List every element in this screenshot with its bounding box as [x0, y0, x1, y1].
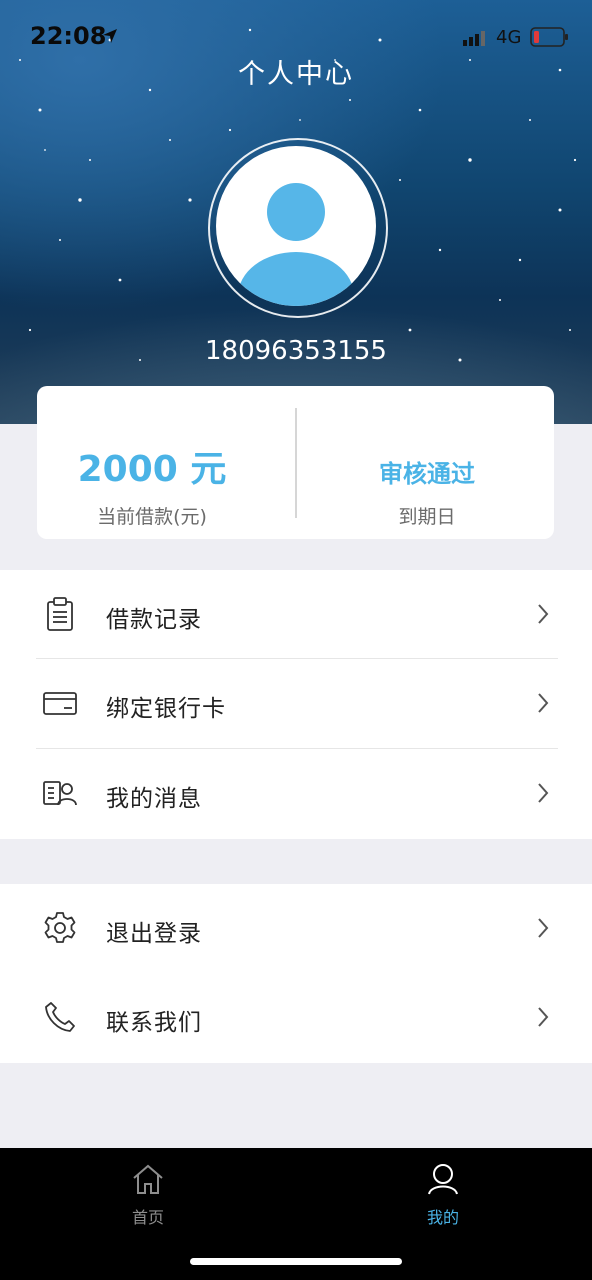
menu-label: 联系我们 [106, 1010, 202, 1036]
tab-mine[interactable]: 我的 [383, 1162, 503, 1228]
message-user-icon [43, 781, 77, 806]
chevron-right-icon [538, 604, 549, 624]
menu-item-logout[interactable]: 退出登录 [0, 884, 592, 973]
menu-item-my-messages[interactable]: 我的消息 [0, 749, 592, 838]
menu-item-contact-us[interactable]: 联系我们 [0, 973, 592, 1062]
current-loan-label: 当前借款(元) [97, 506, 207, 528]
current-loan-amount: 2000 元 [77, 449, 227, 490]
chevron-right-icon [538, 918, 549, 938]
menu-item-bind-bank-card[interactable]: 绑定银行卡 [0, 659, 592, 748]
status-time: 22:08 [30, 22, 107, 50]
menu-group-settings: 退出登录 联系我们 [0, 884, 592, 1063]
cellular-signal-icon [463, 31, 485, 46]
phone-icon [45, 1002, 75, 1032]
card-icon [43, 692, 77, 715]
chevron-right-icon [538, 693, 549, 713]
page-title: 个人中心 [238, 59, 354, 90]
gear-icon [44, 912, 76, 943]
review-status: 审核通过 [379, 460, 475, 488]
menu-label: 借款记录 [106, 607, 202, 633]
location-arrow-icon [103, 29, 117, 43]
user-icon [428, 1164, 458, 1195]
chevron-right-icon [538, 1007, 549, 1027]
menu-label: 我的消息 [106, 786, 202, 812]
user-avatar-icon [238, 183, 354, 306]
menu-item-loan-records[interactable]: 借款记录 [0, 570, 592, 659]
chevron-right-icon [538, 783, 549, 803]
battery-icon [530, 27, 568, 47]
user-phone: 18096353155 [205, 336, 387, 366]
home-indicator[interactable] [190, 1258, 402, 1265]
avatar[interactable] [216, 146, 376, 306]
clipboard-icon [47, 597, 73, 631]
tab-label: 我的 [426, 1208, 459, 1227]
home-icon [133, 1164, 163, 1194]
tab-label: 首页 [131, 1208, 164, 1227]
tab-home[interactable]: 首页 [88, 1162, 208, 1228]
due-date-label: 到期日 [398, 506, 456, 528]
menu-label: 退出登录 [106, 921, 202, 947]
menu-label: 绑定银行卡 [106, 696, 226, 722]
menu-group-account: 借款记录 绑定银行卡 我的消息 [0, 570, 592, 839]
network-type: 4G [496, 27, 522, 48]
